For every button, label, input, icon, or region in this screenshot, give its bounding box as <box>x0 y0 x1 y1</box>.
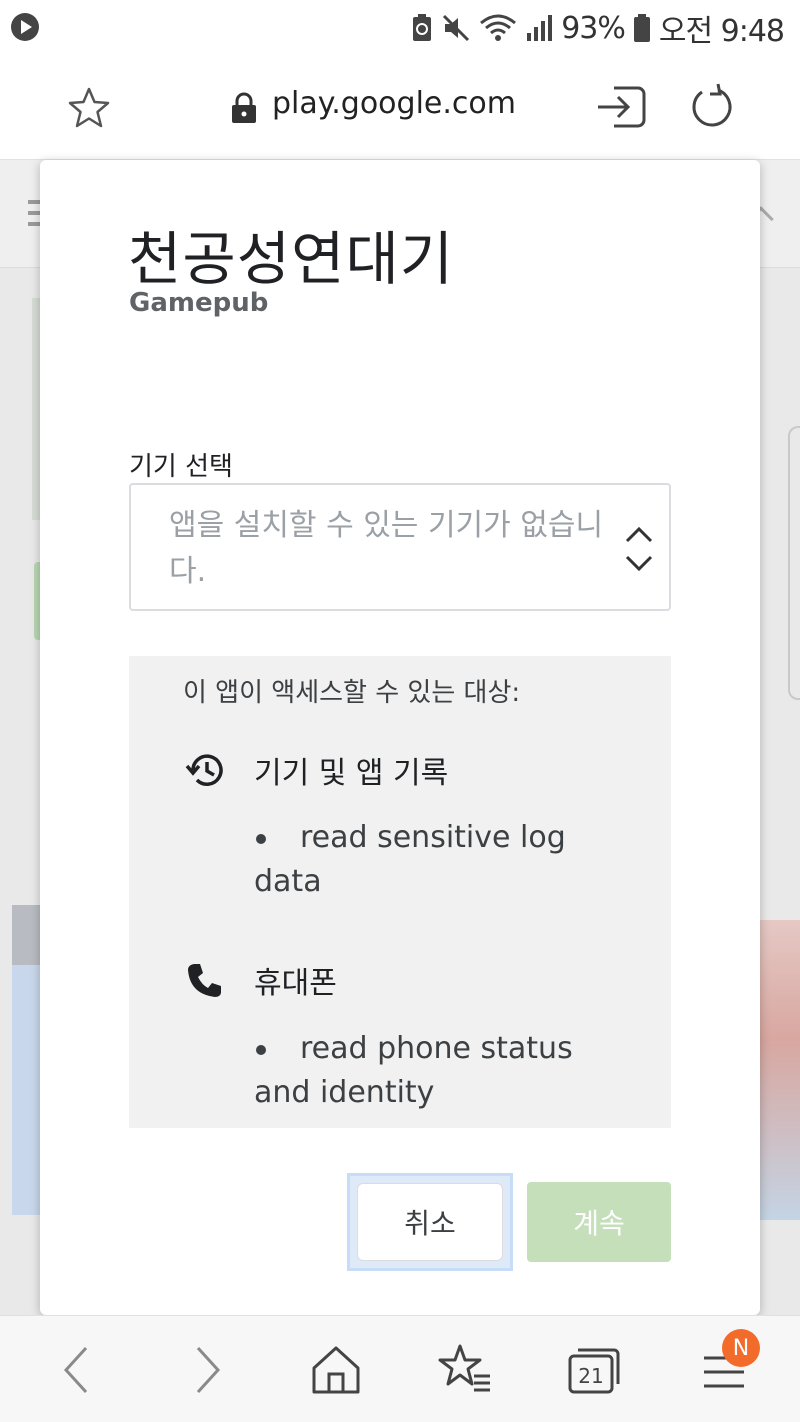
permission-item: read sensitive log data <box>254 816 594 904</box>
phone-icon <box>188 964 221 997</box>
permission-title-history: 기기 및 앱 기록 <box>254 756 449 791</box>
signal-icon <box>527 15 553 41</box>
screen: 93% 오전 9:48 play.google.com 천공성연대기 Gamep… <box>0 0 800 1422</box>
battery-percent: 93% <box>561 10 626 46</box>
notification-badge: N <box>722 1329 760 1367</box>
background-screenshot <box>760 920 800 1220</box>
home-icon[interactable] <box>306 1340 366 1400</box>
forward-icon[interactable] <box>176 1340 236 1400</box>
device-select[interactable]: 앱을 설치할 수 있는 기기가 없습니다. <box>129 483 671 611</box>
permission-item: read phone status and identity <box>254 1027 594 1115</box>
back-icon[interactable] <box>48 1340 108 1400</box>
permissions-box: 이 앱이 액세스할 수 있는 대상: 기기 및 앱 기록 read sensit… <box>129 656 671 1128</box>
install-dialog: 천공성연대기 Gamepub 기기 선택 앱을 설치할 수 있는 기기가 없습니… <box>40 160 760 1315</box>
up-down-arrows-icon <box>625 526 653 572</box>
bookmarks-icon[interactable] <box>436 1340 496 1400</box>
status-bar: 93% 오전 9:48 <box>0 0 800 56</box>
recycle-battery-icon <box>413 14 432 41</box>
url-text[interactable]: play.google.com <box>272 86 516 121</box>
media-play-icon <box>11 13 39 41</box>
permission-title-phone: 휴대폰 <box>254 966 337 1001</box>
mute-icon <box>443 14 470 42</box>
lock-icon <box>232 92 256 123</box>
background-card <box>788 426 800 700</box>
status-icons: 93% 오전 9:48 <box>411 8 785 49</box>
permissions-heading: 이 앱이 액세스할 수 있는 대상: <box>183 678 521 708</box>
battery-icon <box>633 14 650 42</box>
tabs-icon[interactable]: 21 <box>564 1340 624 1400</box>
permission-item-text: read phone status and identity <box>254 1031 573 1110</box>
device-select-label: 기기 선택 <box>129 452 233 482</box>
app-developer: Gamepub <box>129 288 269 318</box>
bullet <box>256 1044 266 1055</box>
history-icon <box>185 754 223 786</box>
bullet <box>256 833 266 844</box>
wifi-icon <box>480 14 517 41</box>
permission-item-text: read sensitive log data <box>254 820 566 899</box>
device-select-placeholder: 앱을 설치할 수 있는 기기가 없습니다. <box>169 508 604 589</box>
app-title: 천공성연대기 <box>128 225 455 293</box>
clock: 오전 9:48 <box>658 14 785 49</box>
continue-button[interactable]: 계속 <box>527 1182 671 1262</box>
open-in-app-icon[interactable] <box>594 82 648 132</box>
tabs-count: 21 <box>578 1364 603 1388</box>
browser-bottom-nav: 21 N <box>0 1315 800 1422</box>
browser-address-bar: play.google.com <box>0 56 800 160</box>
bookmark-star-icon[interactable] <box>66 86 112 130</box>
cancel-button[interactable]: 취소 <box>357 1183 503 1261</box>
reload-icon[interactable] <box>688 82 736 132</box>
